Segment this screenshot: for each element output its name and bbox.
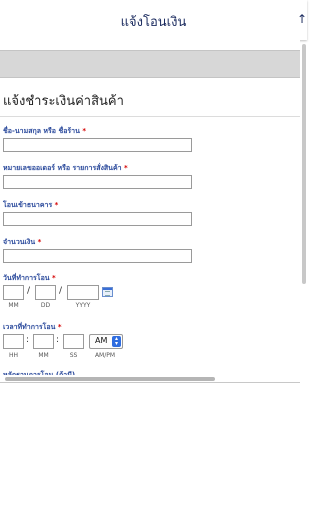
date-caption-mm: MM	[8, 302, 19, 309]
time-separator: :	[56, 335, 60, 345]
time-caption-ampm: AM/PM	[94, 352, 116, 359]
required-mark: *	[52, 274, 56, 282]
time-hour-input[interactable]	[3, 334, 24, 349]
bank-label: โอนเข้าธนาคาร *	[3, 201, 59, 209]
time-label: เวลาที่ทำการโอน *	[3, 323, 62, 331]
order-input[interactable]	[3, 175, 192, 189]
time-caption-ss: SS	[69, 352, 78, 359]
time-separator: :	[26, 335, 30, 345]
required-mark: *	[37, 238, 42, 246]
required-mark: *	[82, 127, 86, 135]
date-month-input[interactable]	[3, 285, 24, 300]
time-second-input[interactable]	[63, 334, 84, 349]
ampm-select[interactable]: AM ▴ ▾	[89, 334, 123, 349]
divider	[0, 116, 300, 117]
required-mark: *	[124, 164, 128, 172]
date-separator: /	[27, 286, 31, 296]
vertical-scrollbar[interactable]	[302, 44, 306, 284]
time-caption-hh: HH	[8, 352, 19, 359]
chevron-updown-icon: ▴ ▾	[112, 336, 121, 347]
required-mark: *	[54, 201, 59, 209]
name-input[interactable]	[3, 138, 192, 152]
header-bar: แจ้งโอนเงิน ↑	[0, 0, 307, 40]
amount-input[interactable]	[3, 249, 192, 263]
ampm-value: AM	[95, 336, 108, 345]
name-label: ชื่อ-นามสกุล หรือ ชื่อร้าน *	[3, 127, 86, 135]
date-caption-yyyy: YYYY	[75, 302, 91, 309]
date-day-input[interactable]	[35, 285, 56, 300]
calendar-icon[interactable]	[102, 287, 113, 297]
required-mark: *	[57, 323, 62, 331]
arrow-icon[interactable]: ↑	[297, 12, 307, 26]
page-title: แจ้งโอนเงิน	[120, 15, 187, 30]
date-label: วันที่ทำการโอน *	[3, 274, 56, 282]
time-minute-input[interactable]	[33, 334, 54, 349]
form-panel: แจ้งชำระเงินค่าสินค้า ชื่อ-นามสกุล หรือ …	[0, 40, 300, 383]
date-separator: /	[59, 286, 63, 296]
cutoff-label: หลักฐานการโอน (ถ้ามี)	[3, 371, 76, 375]
horizontal-scrollbar[interactable]	[5, 377, 215, 381]
time-caption-mm: MM	[38, 352, 49, 359]
form-heading: แจ้งชำระเงินค่าสินค้า	[3, 94, 124, 109]
bank-input[interactable]	[3, 212, 192, 226]
amount-label: จำนวนเงิน *	[3, 238, 42, 246]
order-label: หมายเลขออเดอร์ หรือ รายการสั่งสินค้า *	[3, 164, 128, 172]
date-year-input[interactable]	[67, 285, 99, 300]
section-bar	[0, 50, 300, 78]
date-caption-dd: DD	[40, 302, 51, 309]
